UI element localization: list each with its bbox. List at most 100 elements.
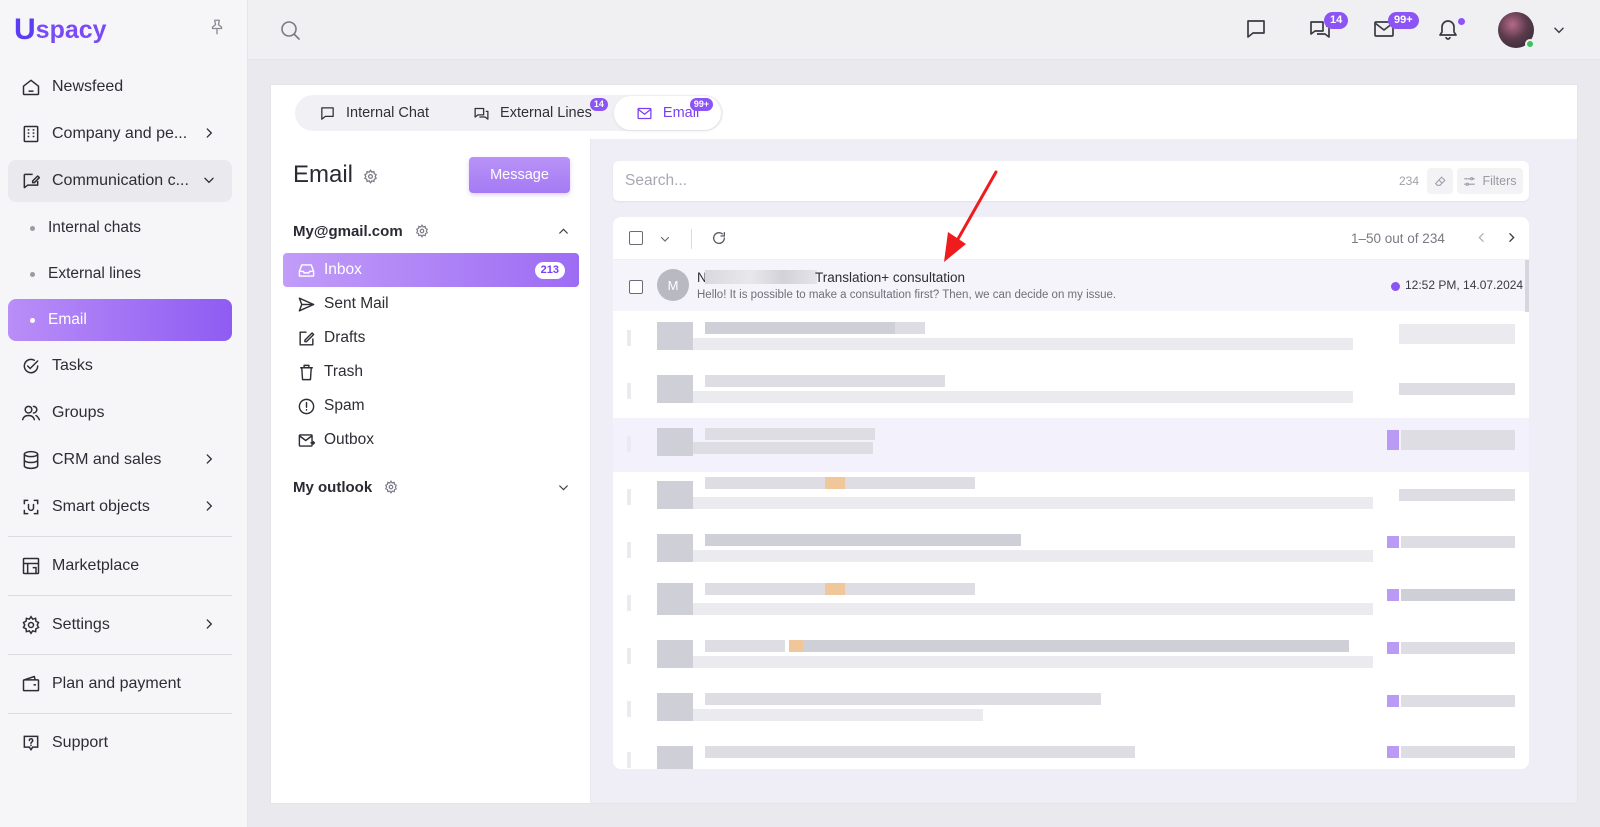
nav-communication[interactable]: Communication c... — [8, 160, 232, 202]
gear-icon[interactable] — [415, 224, 429, 238]
nav-label: Plan and payment — [52, 675, 181, 692]
search-icon[interactable] — [278, 18, 302, 42]
folder-drafts[interactable]: Drafts — [283, 321, 579, 355]
nav-label: Email — [48, 311, 87, 328]
logo-mark: U — [14, 13, 36, 46]
app-logo[interactable]: U spacy — [14, 13, 107, 46]
page-title: Email — [293, 161, 354, 188]
select-all-checkbox[interactable] — [629, 231, 643, 245]
redacted-email-row[interactable] — [613, 471, 1529, 525]
row-checkbox[interactable] — [629, 280, 643, 294]
refresh-icon[interactable] — [711, 230, 727, 246]
tab-external-lines[interactable]: External Lines 14 — [451, 96, 614, 130]
nav-internal-chats[interactable]: Internal chats — [8, 207, 232, 249]
folder-label: Inbox — [324, 261, 362, 278]
nav-support[interactable]: Support — [8, 722, 232, 764]
edit-icon — [299, 330, 315, 346]
folder-trash[interactable]: Trash — [283, 355, 579, 389]
redacted-email-row[interactable] — [613, 312, 1529, 366]
chevron-down-icon[interactable] — [659, 233, 671, 245]
chat-edit-icon — [20, 170, 42, 192]
email-subject: Translation+ consultation — [815, 270, 965, 285]
redacted-email-row[interactable] — [613, 630, 1529, 684]
tab-internal-chat[interactable]: Internal Chat — [297, 96, 451, 130]
nav-tasks[interactable]: Tasks — [8, 345, 232, 387]
chevron-right-icon — [206, 128, 213, 138]
account-header[interactable]: My outlook — [293, 477, 398, 497]
nav-email[interactable]: Email — [8, 299, 232, 341]
redacted-email-row[interactable] — [613, 577, 1529, 631]
tab-label: Internal Chat — [346, 105, 430, 121]
outbox-icon — [298, 433, 316, 447]
chat-icon — [321, 106, 334, 120]
filters-label: Filters — [1482, 174, 1517, 188]
chevron-down-icon[interactable] — [557, 481, 570, 494]
redacted-email-row[interactable] — [613, 524, 1529, 578]
nav-company[interactable]: Company and pe... — [8, 113, 232, 155]
redacted-email-row[interactable] — [613, 365, 1529, 419]
chevron-right-icon — [206, 501, 213, 511]
nav-label: Newsfeed — [52, 78, 124, 95]
mail-count-badge: 99+ — [1388, 12, 1419, 29]
toolbar-divider — [691, 229, 692, 249]
filters-button[interactable]: Filters — [1457, 168, 1523, 194]
wallet-icon — [20, 673, 42, 695]
chevron-right-icon — [206, 619, 213, 629]
redacted-email-row[interactable] — [613, 736, 1529, 769]
nav-external-lines[interactable]: External lines — [8, 253, 232, 295]
chevron-right-icon[interactable] — [1505, 231, 1518, 244]
nav-divider — [8, 713, 232, 714]
gear-icon — [20, 614, 42, 636]
email-list: 1–50 out of 234 M N Translation+ consult… — [613, 217, 1529, 769]
chevron-down-icon[interactable] — [1552, 23, 1566, 37]
redacted-email-row[interactable] — [613, 418, 1529, 472]
nav-groups[interactable]: Groups — [8, 392, 232, 434]
nav-marketplace[interactable]: Marketplace — [8, 545, 232, 587]
store-icon — [20, 555, 42, 577]
nav-smart-objects[interactable]: Smart objects — [8, 486, 232, 528]
redacted-email-row[interactable] — [613, 683, 1529, 737]
clear-search-button[interactable] — [1427, 168, 1453, 194]
chats-icon — [474, 107, 489, 120]
pagination-range: 1–50 out of 234 — [1351, 231, 1445, 246]
folder-label: Sent Mail — [324, 295, 389, 312]
nav-label: Communication c... — [52, 172, 189, 189]
tab-badge: 99+ — [689, 98, 714, 111]
search-input[interactable] — [625, 169, 1325, 193]
sidebar: U spacy Newsfeed Company and pe... Commu… — [0, 0, 248, 827]
sender-avatar: M — [657, 269, 689, 301]
pin-icon[interactable] — [208, 18, 226, 36]
tab-email[interactable]: Email 99+ — [613, 96, 722, 130]
inbox-icon — [298, 263, 315, 277]
nav-divider — [8, 536, 232, 537]
communication-tabs: Internal Chat External Lines 14 Email 99… — [295, 95, 724, 131]
folder-spam[interactable]: Spam — [283, 389, 579, 423]
trash-icon — [300, 364, 313, 380]
nav-crm[interactable]: CRM and sales — [8, 439, 232, 481]
alert-icon — [298, 398, 315, 414]
nav-plan-payment[interactable]: Plan and payment — [8, 663, 232, 705]
email-preview: Hello! It is possible to make a consulta… — [697, 289, 1117, 301]
gear-icon[interactable] — [363, 169, 378, 184]
nav-label: Internal chats — [48, 219, 142, 236]
chevron-up-icon[interactable] — [557, 225, 570, 238]
email-row[interactable]: M N Translation+ consultation Hello! It … — [613, 259, 1529, 312]
scan-icon — [20, 496, 42, 518]
gear-icon[interactable] — [384, 480, 398, 494]
user-avatar[interactable] — [1498, 12, 1535, 49]
email-search: 234 Filters — [613, 161, 1529, 201]
folder-sent-mail[interactable]: Sent Mail — [283, 287, 579, 321]
chat-icon[interactable] — [1244, 17, 1270, 43]
folder-outbox[interactable]: Outbox — [283, 423, 579, 457]
online-status-dot — [1525, 39, 1535, 49]
tab-label: External Lines — [500, 105, 592, 121]
scrollbar-thumb[interactable] — [1525, 260, 1529, 312]
sliders-icon — [1464, 176, 1476, 186]
nav-newsfeed[interactable]: Newsfeed — [8, 66, 232, 108]
main-nav: Newsfeed Company and pe... Communication… — [8, 66, 232, 769]
chevron-left-icon[interactable] — [1475, 231, 1488, 244]
account-header[interactable]: My@gmail.com — [293, 221, 429, 241]
folder-inbox[interactable]: Inbox 213 — [283, 253, 579, 287]
nav-settings[interactable]: Settings — [8, 604, 232, 646]
new-message-button[interactable]: Message — [469, 157, 570, 193]
